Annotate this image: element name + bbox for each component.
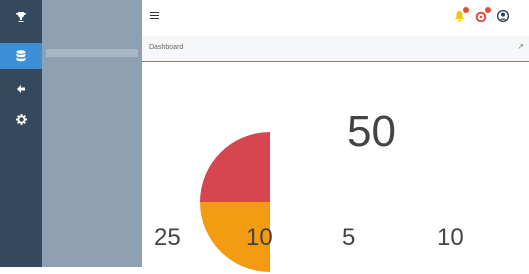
expand-arrow-icon[interactable]: ↗ [517, 42, 524, 51]
page-title: Dashboard [149, 44, 184, 51]
stat-value-1: 25 [154, 224, 181, 251]
alert-icon[interactable] [475, 7, 491, 27]
pie-chart [200, 132, 270, 272]
trophy-icon[interactable] [13, 9, 29, 25]
stat-value-3: 5 [342, 224, 356, 251]
stats-panel: 50 25 10 5 10 [142, 62, 529, 272]
stat-value-4: 10 [437, 224, 464, 251]
menu-item-dashboard[interactable] [46, 49, 138, 57]
notification-badge [463, 7, 469, 13]
database-icon[interactable] [0, 43, 42, 69]
icon-sidebar [0, 0, 42, 267]
alert-badge [485, 7, 491, 13]
stat-value-2: 10 [246, 224, 273, 251]
user-avatar-icon[interactable] [496, 9, 510, 27]
top-bar [142, 0, 529, 36]
pie-slice-red [200, 132, 270, 202]
back-arrow-icon[interactable] [13, 81, 29, 97]
gear-icon[interactable] [13, 111, 29, 127]
notification-bell-icon[interactable] [454, 7, 469, 27]
secondary-menu: › [42, 0, 176, 267]
main-stat-value: 50 [347, 107, 396, 156]
hamburger-menu-icon[interactable] [150, 12, 159, 19]
breadcrumb: Dashboard ↗ [142, 36, 529, 62]
